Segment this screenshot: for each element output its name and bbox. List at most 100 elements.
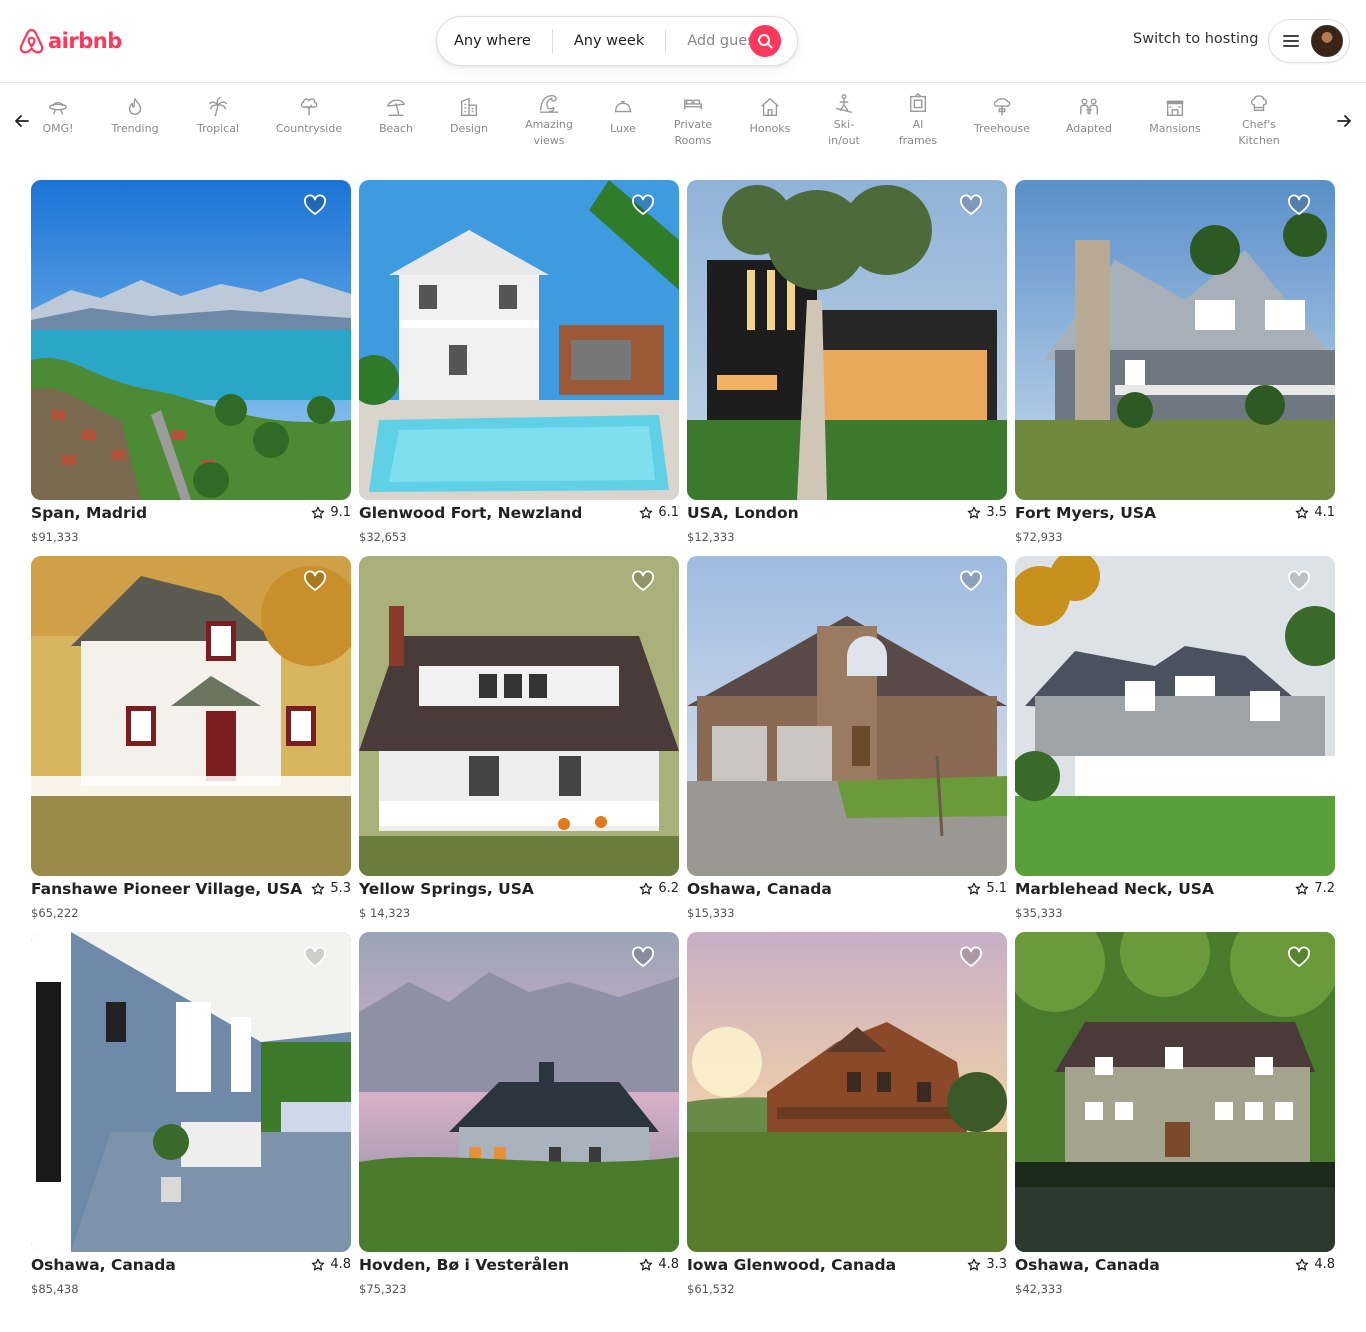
category-design[interactable]: Design: [449, 95, 489, 137]
listing-photo[interactable]: [359, 932, 679, 1252]
listing-photo[interactable]: [31, 556, 351, 876]
favorite-button[interactable]: [303, 946, 327, 970]
listing-photo[interactable]: [359, 556, 679, 876]
heart-icon: [960, 570, 982, 591]
listing-card[interactable]: Fort Myers, USA 4.1 $72,933: [1015, 180, 1335, 550]
listing-card[interactable]: Oshawa, Canada 5.1 $15,333: [687, 556, 1007, 926]
favorite-button[interactable]: [631, 946, 655, 970]
scroll-left-button[interactable]: [7, 106, 37, 136]
rating-value: 5.3: [330, 881, 351, 896]
category-amazing-views[interactable]: Amazing views: [519, 91, 579, 149]
category-treehouse[interactable]: Treehouse: [970, 95, 1034, 137]
listing-info: Oshawa, Canada 5.1: [687, 880, 1007, 902]
listing-photo[interactable]: [687, 932, 1007, 1252]
favorite-button[interactable]: [959, 194, 983, 218]
listing-price: $65,222: [31, 906, 79, 920]
star-icon: [312, 882, 325, 895]
listing-card[interactable]: Fanshawe Pioneer Village, USA 5.3 $65,22…: [31, 556, 351, 926]
listing-photo[interactable]: [1015, 932, 1335, 1252]
search-bar[interactable]: Any where Any week Add guest: [436, 16, 798, 66]
listing-info: Oshawa, Canada 4.8: [1015, 1256, 1335, 1278]
listing-photo[interactable]: [359, 180, 679, 500]
listing-title[interactable]: Oshawa, Canada: [1015, 1256, 1160, 1274]
listing-card[interactable]: Marblehead Neck, USA 7.2 $35,333: [1015, 556, 1335, 926]
listing-title[interactable]: Hovden, Bø i Vesterålen: [359, 1256, 569, 1274]
listing-title[interactable]: Fort Myers, USA: [1015, 504, 1156, 522]
listing-photo[interactable]: [31, 932, 351, 1252]
listing-card[interactable]: Glenwood Fort, Newzland 6.1 $32,653: [359, 180, 679, 550]
listing-title[interactable]: Marblehead Neck, USA: [1015, 880, 1214, 898]
favorite-button[interactable]: [631, 194, 655, 218]
category-ai-frames[interactable]: AI frames: [896, 91, 940, 149]
brand-name: airbnb: [48, 29, 122, 53]
favorite-button[interactable]: [631, 570, 655, 594]
listing-title[interactable]: Span, Madrid: [31, 504, 147, 522]
user-menu-button[interactable]: [1268, 19, 1350, 63]
category-label: Luxe: [610, 122, 636, 135]
listing-info: Marblehead Neck, USA 7.2: [1015, 880, 1335, 902]
listing-title[interactable]: Oshawa, Canada: [687, 880, 832, 898]
listing-title[interactable]: Glenwood Fort, Newzland: [359, 504, 582, 522]
category-label: Honoks: [749, 122, 791, 135]
listing-card[interactable]: Oshawa, Canada 4.8 $85,438: [31, 932, 351, 1302]
favorite-button[interactable]: [959, 570, 983, 594]
category-chefs-kitchen[interactable]: Chef's Kitchen: [1234, 91, 1284, 149]
star-icon: [312, 506, 325, 519]
category-adapted[interactable]: Adapted: [1064, 95, 1114, 137]
heart-icon: [960, 194, 982, 215]
category-label: Mansions: [1149, 122, 1201, 135]
listing-card[interactable]: Iowa Glenwood, Canada 3.3 $61,532: [687, 932, 1007, 1302]
building-icon: [457, 95, 481, 119]
rating-value: 3.5: [986, 505, 1007, 520]
category-omg[interactable]: OMG!: [40, 95, 76, 137]
category-trending[interactable]: Trending: [106, 95, 164, 137]
search-week[interactable]: Any week: [574, 33, 644, 49]
listing-title[interactable]: Fanshawe Pioneer Village, USA: [31, 880, 302, 898]
listing-title[interactable]: Iowa Glenwood, Canada: [687, 1256, 896, 1274]
listing-photo[interactable]: [687, 556, 1007, 876]
category-mansions[interactable]: Mansions: [1148, 95, 1202, 137]
star-icon: [968, 506, 981, 519]
listing-title[interactable]: USA, London: [687, 504, 799, 522]
airbnb-logo[interactable]: airbnb: [18, 26, 122, 56]
listing-card[interactable]: Yellow Springs, USA 6.2 $ 14,323: [359, 556, 679, 926]
category-honoks[interactable]: Honoks: [748, 95, 792, 137]
favorite-button[interactable]: [303, 194, 327, 218]
heart-icon: [1288, 194, 1310, 215]
listing-card[interactable]: USA, London 3.5 $12,333: [687, 180, 1007, 550]
listing-rating: 4.8: [1295, 1257, 1335, 1272]
category-countryside[interactable]: Countryside: [274, 95, 344, 137]
listing-photo[interactable]: [687, 180, 1007, 500]
favorite-button[interactable]: [1287, 570, 1311, 594]
category-ski-in-out[interactable]: Ski- in/out: [822, 91, 866, 149]
favorite-button[interactable]: [1287, 946, 1311, 970]
search-button[interactable]: [749, 25, 781, 57]
listing-price: $42,333: [1015, 1282, 1063, 1296]
category-tropical[interactable]: Tropical: [192, 95, 244, 137]
scroll-right-button[interactable]: [1329, 106, 1359, 136]
listing-price: $85,438: [31, 1282, 79, 1296]
search-where[interactable]: Any where: [454, 33, 531, 49]
category-luxe[interactable]: Luxe: [604, 95, 642, 137]
listing-card[interactable]: Oshawa, Canada 4.8 $42,333: [1015, 932, 1335, 1302]
search-divider: [551, 29, 553, 53]
favorite-button[interactable]: [1287, 194, 1311, 218]
listing-photo[interactable]: [1015, 180, 1335, 500]
category-label: Ski- in/out: [828, 118, 860, 147]
avatar: [1311, 25, 1343, 57]
rating-value: 6.1: [658, 505, 679, 520]
listing-photo[interactable]: [31, 180, 351, 500]
listing-card[interactable]: Span, Madrid 9.1 $91,333: [31, 180, 351, 550]
favorite-button[interactable]: [959, 946, 983, 970]
switch-to-hosting-link[interactable]: Switch to hosting: [1133, 31, 1258, 47]
rating-value: 4.8: [1314, 1257, 1335, 1272]
category-private-rooms[interactable]: Private Rooms: [664, 91, 722, 149]
listing-title[interactable]: Yellow Springs, USA: [359, 880, 534, 898]
favorite-button[interactable]: [303, 570, 327, 594]
listing-card[interactable]: Hovden, Bø i Vesterålen 4.8 $75,323: [359, 932, 679, 1302]
listing-price: $12,333: [687, 530, 735, 544]
listing-info: Hovden, Bø i Vesterålen 4.8: [359, 1256, 679, 1278]
category-beach[interactable]: Beach: [377, 95, 415, 137]
listing-title[interactable]: Oshawa, Canada: [31, 1256, 176, 1274]
listing-photo[interactable]: [1015, 556, 1335, 876]
